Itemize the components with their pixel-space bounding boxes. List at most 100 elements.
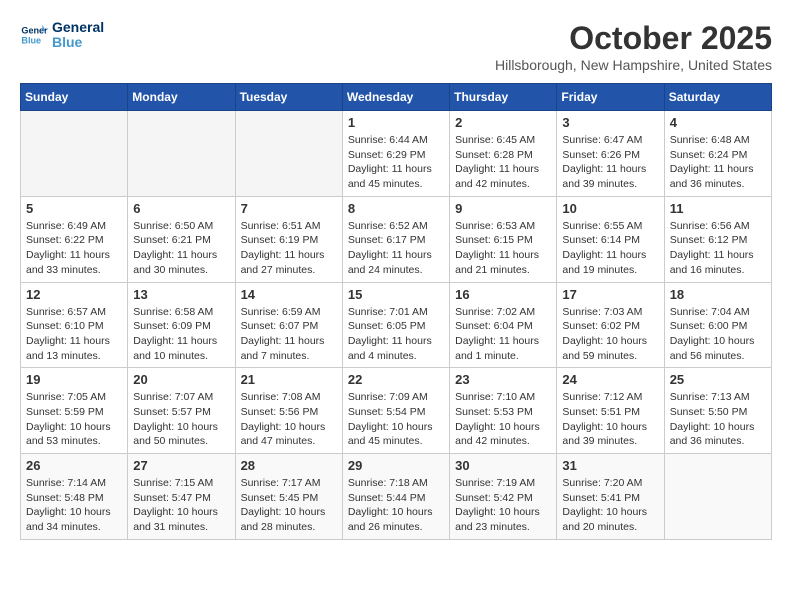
calendar-day-cell: 7 Sunrise: 6:51 AMSunset: 6:19 PMDayligh… <box>235 196 342 282</box>
day-number: 7 <box>241 201 337 216</box>
calendar-day-cell: 31 Sunrise: 7:20 AMSunset: 5:41 PMDaylig… <box>557 454 664 540</box>
calendar-day-cell: 28 Sunrise: 7:17 AMSunset: 5:45 PMDaylig… <box>235 454 342 540</box>
day-number: 27 <box>133 458 229 473</box>
calendar-day-cell <box>128 111 235 197</box>
day-info: Sunrise: 6:51 AMSunset: 6:19 PMDaylight:… <box>241 219 337 278</box>
day-info: Sunrise: 6:49 AMSunset: 6:22 PMDaylight:… <box>26 219 122 278</box>
calendar-week-row: 12 Sunrise: 6:57 AMSunset: 6:10 PMDaylig… <box>21 282 772 368</box>
logo-general-text: General <box>52 20 104 35</box>
calendar-week-row: 26 Sunrise: 7:14 AMSunset: 5:48 PMDaylig… <box>21 454 772 540</box>
day-of-week-header: Thursday <box>450 84 557 111</box>
day-info: Sunrise: 7:17 AMSunset: 5:45 PMDaylight:… <box>241 476 337 535</box>
day-number: 20 <box>133 372 229 387</box>
calendar-day-cell: 4 Sunrise: 6:48 AMSunset: 6:24 PMDayligh… <box>664 111 771 197</box>
logo-icon: General Blue <box>20 21 48 49</box>
day-number: 26 <box>26 458 122 473</box>
day-number: 10 <box>562 201 658 216</box>
calendar-day-cell: 20 Sunrise: 7:07 AMSunset: 5:57 PMDaylig… <box>128 368 235 454</box>
calendar-day-cell: 8 Sunrise: 6:52 AMSunset: 6:17 PMDayligh… <box>342 196 449 282</box>
title-block: October 2025 Hillsborough, New Hampshire… <box>495 20 772 73</box>
calendar-day-cell: 19 Sunrise: 7:05 AMSunset: 5:59 PMDaylig… <box>21 368 128 454</box>
day-number: 16 <box>455 287 551 302</box>
calendar-day-cell: 5 Sunrise: 6:49 AMSunset: 6:22 PMDayligh… <box>21 196 128 282</box>
logo: General Blue General Blue <box>20 20 104 51</box>
day-info: Sunrise: 7:18 AMSunset: 5:44 PMDaylight:… <box>348 476 444 535</box>
calendar-day-cell: 17 Sunrise: 7:03 AMSunset: 6:02 PMDaylig… <box>557 282 664 368</box>
calendar-day-cell: 9 Sunrise: 6:53 AMSunset: 6:15 PMDayligh… <box>450 196 557 282</box>
svg-text:Blue: Blue <box>21 36 41 46</box>
day-info: Sunrise: 7:14 AMSunset: 5:48 PMDaylight:… <box>26 476 122 535</box>
day-info: Sunrise: 6:45 AMSunset: 6:28 PMDaylight:… <box>455 133 551 192</box>
calendar-day-cell: 18 Sunrise: 7:04 AMSunset: 6:00 PMDaylig… <box>664 282 771 368</box>
day-number: 1 <box>348 115 444 130</box>
day-info: Sunrise: 7:07 AMSunset: 5:57 PMDaylight:… <box>133 390 229 449</box>
day-number: 15 <box>348 287 444 302</box>
page-header: General Blue General Blue October 2025 H… <box>20 20 772 73</box>
day-info: Sunrise: 6:58 AMSunset: 6:09 PMDaylight:… <box>133 305 229 364</box>
calendar-day-cell: 14 Sunrise: 6:59 AMSunset: 6:07 PMDaylig… <box>235 282 342 368</box>
day-number: 4 <box>670 115 766 130</box>
day-number: 18 <box>670 287 766 302</box>
calendar-day-cell <box>664 454 771 540</box>
day-number: 13 <box>133 287 229 302</box>
calendar-week-row: 1 Sunrise: 6:44 AMSunset: 6:29 PMDayligh… <box>21 111 772 197</box>
day-of-week-header: Sunday <box>21 84 128 111</box>
day-number: 24 <box>562 372 658 387</box>
day-number: 2 <box>455 115 551 130</box>
day-info: Sunrise: 7:05 AMSunset: 5:59 PMDaylight:… <box>26 390 122 449</box>
day-info: Sunrise: 6:47 AMSunset: 6:26 PMDaylight:… <box>562 133 658 192</box>
calendar-day-cell: 2 Sunrise: 6:45 AMSunset: 6:28 PMDayligh… <box>450 111 557 197</box>
calendar-day-cell: 29 Sunrise: 7:18 AMSunset: 5:44 PMDaylig… <box>342 454 449 540</box>
day-of-week-header: Friday <box>557 84 664 111</box>
calendar-table: SundayMondayTuesdayWednesdayThursdayFrid… <box>20 83 772 540</box>
calendar-day-cell <box>235 111 342 197</box>
logo-blue-text: Blue <box>52 35 104 50</box>
day-of-week-header: Wednesday <box>342 84 449 111</box>
calendar-day-cell: 10 Sunrise: 6:55 AMSunset: 6:14 PMDaylig… <box>557 196 664 282</box>
calendar-day-cell: 16 Sunrise: 7:02 AMSunset: 6:04 PMDaylig… <box>450 282 557 368</box>
day-info: Sunrise: 6:52 AMSunset: 6:17 PMDaylight:… <box>348 219 444 278</box>
day-number: 23 <box>455 372 551 387</box>
calendar-day-cell: 30 Sunrise: 7:19 AMSunset: 5:42 PMDaylig… <box>450 454 557 540</box>
day-number: 30 <box>455 458 551 473</box>
day-info: Sunrise: 6:56 AMSunset: 6:12 PMDaylight:… <box>670 219 766 278</box>
day-number: 9 <box>455 201 551 216</box>
calendar-day-cell: 25 Sunrise: 7:13 AMSunset: 5:50 PMDaylig… <box>664 368 771 454</box>
day-of-week-header: Monday <box>128 84 235 111</box>
calendar-day-cell: 27 Sunrise: 7:15 AMSunset: 5:47 PMDaylig… <box>128 454 235 540</box>
calendar-day-cell: 26 Sunrise: 7:14 AMSunset: 5:48 PMDaylig… <box>21 454 128 540</box>
day-info: Sunrise: 7:04 AMSunset: 6:00 PMDaylight:… <box>670 305 766 364</box>
day-of-week-header: Tuesday <box>235 84 342 111</box>
calendar-header-row: SundayMondayTuesdayWednesdayThursdayFrid… <box>21 84 772 111</box>
calendar-day-cell: 24 Sunrise: 7:12 AMSunset: 5:51 PMDaylig… <box>557 368 664 454</box>
day-info: Sunrise: 6:55 AMSunset: 6:14 PMDaylight:… <box>562 219 658 278</box>
day-info: Sunrise: 6:50 AMSunset: 6:21 PMDaylight:… <box>133 219 229 278</box>
location: Hillsborough, New Hampshire, United Stat… <box>495 57 772 73</box>
calendar-day-cell: 22 Sunrise: 7:09 AMSunset: 5:54 PMDaylig… <box>342 368 449 454</box>
day-number: 11 <box>670 201 766 216</box>
day-number: 29 <box>348 458 444 473</box>
day-number: 19 <box>26 372 122 387</box>
day-number: 3 <box>562 115 658 130</box>
day-info: Sunrise: 7:10 AMSunset: 5:53 PMDaylight:… <box>455 390 551 449</box>
calendar-day-cell: 13 Sunrise: 6:58 AMSunset: 6:09 PMDaylig… <box>128 282 235 368</box>
day-info: Sunrise: 7:19 AMSunset: 5:42 PMDaylight:… <box>455 476 551 535</box>
day-info: Sunrise: 7:08 AMSunset: 5:56 PMDaylight:… <box>241 390 337 449</box>
day-info: Sunrise: 6:48 AMSunset: 6:24 PMDaylight:… <box>670 133 766 192</box>
day-number: 28 <box>241 458 337 473</box>
day-of-week-header: Saturday <box>664 84 771 111</box>
day-number: 5 <box>26 201 122 216</box>
calendar-week-row: 19 Sunrise: 7:05 AMSunset: 5:59 PMDaylig… <box>21 368 772 454</box>
day-number: 8 <box>348 201 444 216</box>
calendar-day-cell: 23 Sunrise: 7:10 AMSunset: 5:53 PMDaylig… <box>450 368 557 454</box>
calendar-day-cell: 21 Sunrise: 7:08 AMSunset: 5:56 PMDaylig… <box>235 368 342 454</box>
calendar-day-cell: 12 Sunrise: 6:57 AMSunset: 6:10 PMDaylig… <box>21 282 128 368</box>
calendar-day-cell <box>21 111 128 197</box>
calendar-day-cell: 3 Sunrise: 6:47 AMSunset: 6:26 PMDayligh… <box>557 111 664 197</box>
calendar-day-cell: 6 Sunrise: 6:50 AMSunset: 6:21 PMDayligh… <box>128 196 235 282</box>
month-title: October 2025 <box>495 20 772 57</box>
day-number: 21 <box>241 372 337 387</box>
day-info: Sunrise: 7:03 AMSunset: 6:02 PMDaylight:… <box>562 305 658 364</box>
calendar-day-cell: 1 Sunrise: 6:44 AMSunset: 6:29 PMDayligh… <box>342 111 449 197</box>
day-info: Sunrise: 7:09 AMSunset: 5:54 PMDaylight:… <box>348 390 444 449</box>
